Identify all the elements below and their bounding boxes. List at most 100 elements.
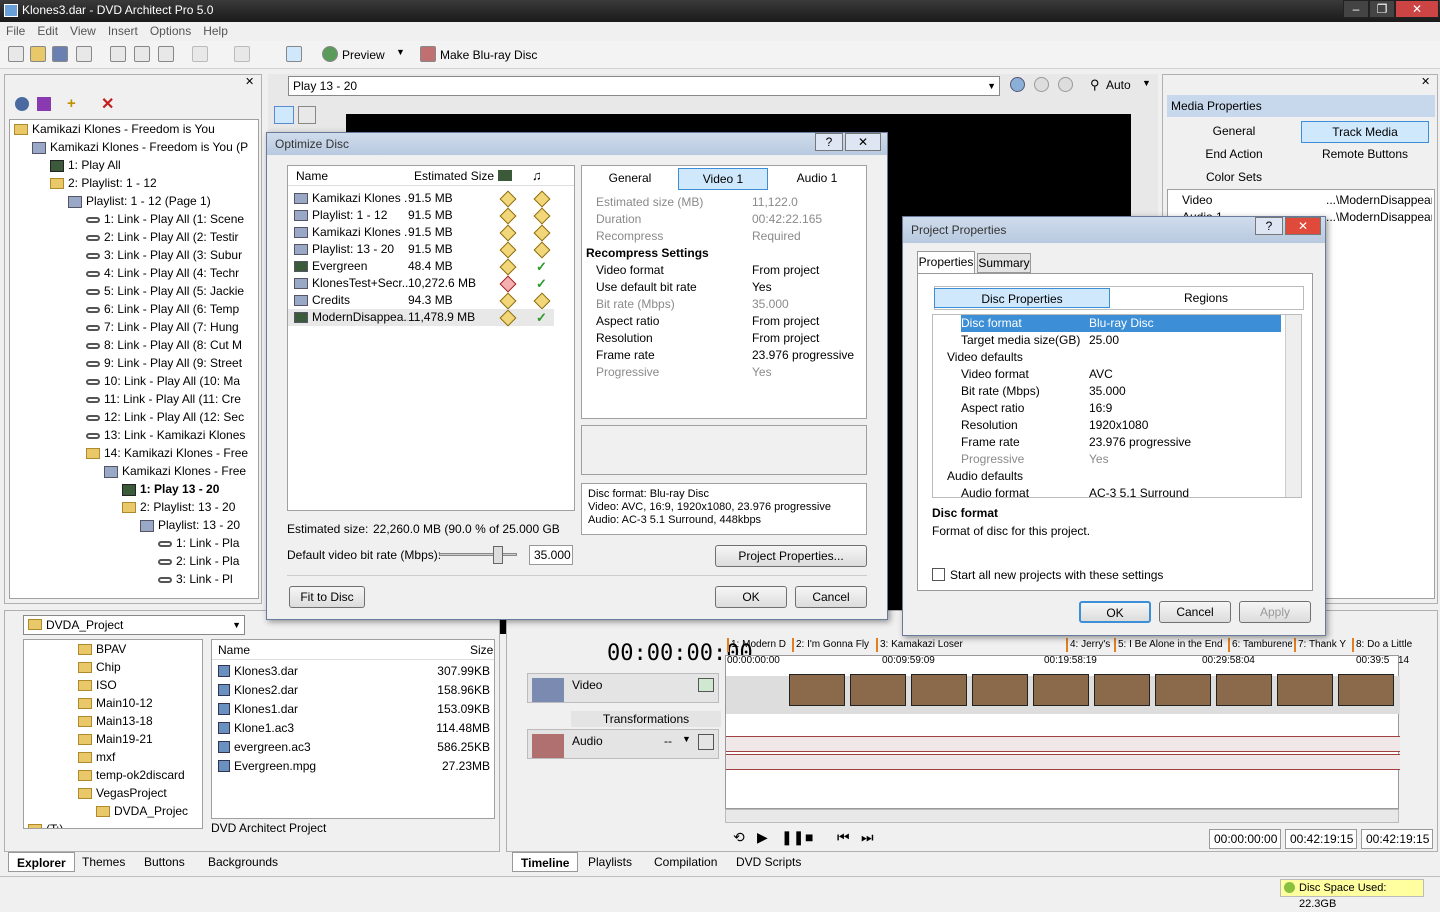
- folder-item[interactable]: mxf: [24, 748, 202, 766]
- tab-track-media[interactable]: Track Media: [1301, 121, 1429, 143]
- property-value[interactable]: 16:9: [1089, 400, 1281, 417]
- chevron-down-icon[interactable]: ▼: [682, 734, 691, 744]
- project-props-grid[interactable]: Disc format Blu-ray Disc Target media size…: [932, 314, 1302, 498]
- column-size[interactable]: Size: [470, 640, 493, 660]
- zoom-value[interactable]: Auto: [1106, 78, 1131, 92]
- folder-item[interactable]: (T:): [24, 820, 202, 828]
- tab-disc-properties[interactable]: Disc Properties: [934, 288, 1110, 308]
- grid-tool-icon[interactable]: [298, 106, 316, 124]
- folder-item[interactable]: Main13-18: [24, 712, 202, 730]
- tree-item[interactable]: 13: Link - Kamikazi Klones: [10, 426, 258, 444]
- tree-item[interactable]: 8: Link - Play All (8: Cut M: [10, 336, 258, 354]
- optimize-row[interactable]: Kamikazi Klones ... 91.5 MB: [288, 190, 554, 208]
- tree-item[interactable]: 11: Link - Play All (11: Cre: [10, 390, 258, 408]
- tree-item[interactable]: 2: Link - Play All (2: Testir: [10, 228, 258, 246]
- column-name[interactable]: Name: [218, 640, 250, 660]
- speaker-icon[interactable]: [698, 734, 714, 750]
- dialog-close-button[interactable]: ✕: [1285, 217, 1321, 235]
- folder-item[interactable]: BPAV: [24, 640, 202, 658]
- property-value[interactable]: AVC: [1089, 366, 1281, 383]
- property-value[interactable]: Yes: [752, 364, 864, 381]
- media-panel-close-icon[interactable]: ✕: [1421, 75, 1430, 88]
- timeline-scrollbar[interactable]: [725, 809, 1399, 823]
- stop-icon[interactable]: ■: [805, 829, 813, 845]
- tab-general[interactable]: General: [1169, 121, 1299, 141]
- file-row[interactable]: Klones3.dar 307.99KB: [212, 662, 494, 681]
- property-value[interactable]: Blu-ray Disc: [1089, 315, 1281, 332]
- menu-item-help[interactable]: Help: [197, 22, 234, 40]
- folder-item[interactable]: Chip: [24, 658, 202, 676]
- tree-item[interactable]: Kamikazi Klones - Free: [10, 462, 258, 480]
- delete-icon[interactable]: ✕: [101, 94, 114, 114]
- new-icon[interactable]: [8, 46, 24, 62]
- optimize-row[interactable]: Evergreen 48.4 MB ✓: [288, 258, 554, 276]
- optimize-item-list[interactable]: Name Estimated Size ♫ Kamikazi Klones ..…: [287, 165, 575, 511]
- tab-general[interactable]: General: [590, 168, 670, 188]
- cut-icon[interactable]: [110, 46, 126, 62]
- tree-item[interactable]: Kamikazi Klones - Freedom is You (P: [10, 138, 258, 156]
- select-tool-icon[interactable]: [274, 106, 294, 124]
- property-value[interactable]: 35.000: [1089, 383, 1281, 400]
- total-length[interactable]: 00:42:19:15: [1361, 829, 1433, 849]
- tree-item[interactable]: 2: Link - Pla: [10, 552, 258, 570]
- tab-buttons[interactable]: Buttons: [136, 852, 193, 872]
- chapter-marker[interactable]: 8: Do a Little M: [1352, 638, 1412, 652]
- pause-icon[interactable]: ❚❚: [781, 829, 804, 846]
- ok-button[interactable]: OK: [1079, 601, 1151, 623]
- cancel-button[interactable]: Cancel: [795, 586, 867, 608]
- audio-track-header[interactable]: Audio -- ▼: [527, 729, 719, 759]
- menu-item-insert[interactable]: Insert: [102, 22, 144, 40]
- minimize-button[interactable]: –: [1343, 0, 1369, 18]
- column-estimated-size[interactable]: Estimated Size: [414, 166, 494, 186]
- tree-item[interactable]: 12: Link - Play All (12: Sec: [10, 408, 258, 426]
- fit-to-disc-button[interactable]: Fit to Disc: [289, 586, 365, 608]
- tree-item[interactable]: Playlist: 13 - 20: [10, 516, 258, 534]
- bitrate-slider-thumb[interactable]: [493, 546, 504, 564]
- previous-icon[interactable]: ⏮: [837, 829, 850, 846]
- tab-timeline[interactable]: Timeline: [512, 852, 579, 872]
- optimize-row[interactable]: Credits 94.3 MB: [288, 292, 554, 310]
- property-value[interactable]: 23.976 progressive: [752, 347, 864, 364]
- save-icon[interactable]: [52, 46, 68, 62]
- tab-playlists[interactable]: Playlists: [580, 852, 640, 872]
- tab-compilation[interactable]: Compilation: [646, 852, 725, 872]
- preview-dropdown-icon[interactable]: ▼: [396, 47, 405, 57]
- property-value[interactable]: AC-3 5.1 Surround: [1089, 485, 1281, 497]
- tree-item[interactable]: 10: Link - Play All (10: Ma: [10, 372, 258, 390]
- chapter-marker[interactable]: 7: Thank Y: [1294, 638, 1350, 652]
- tree-item[interactable]: 3: Link - Play All (3: Subur: [10, 246, 258, 264]
- help-button[interactable]: ?: [815, 133, 843, 151]
- chapter-marker[interactable]: 1: Modern D: [727, 638, 791, 652]
- page-selector[interactable]: Play 13 - 20 ▼: [288, 76, 1000, 96]
- media-prop-value[interactable]: ...\ModernDisappeari: [1326, 209, 1432, 226]
- optimize-row[interactable]: Playlist: 1 - 12 91.5 MB: [288, 207, 554, 225]
- tab-audio-1[interactable]: Audio 1: [774, 168, 860, 188]
- tree-item[interactable]: 4: Link - Play All (4: Techr: [10, 264, 258, 282]
- property-value[interactable]: 00:42:22.165: [752, 211, 864, 228]
- chapter-marker[interactable]: 4: Jerry's: [1066, 638, 1112, 652]
- folder-item[interactable]: Main19-21: [24, 730, 202, 748]
- tree-item[interactable]: Playlist: 1 - 12 (Page 1): [10, 192, 258, 210]
- property-value[interactable]: [1089, 468, 1281, 485]
- tree-item[interactable]: 14: Kamikazi Klones - Free: [10, 444, 258, 462]
- tab-video-1[interactable]: Video 1: [678, 168, 768, 190]
- folder-item[interactable]: temp-ok2discard: [24, 766, 202, 784]
- properties-icon[interactable]: [76, 46, 92, 62]
- tab-themes[interactable]: Themes: [74, 852, 133, 872]
- transformations-label[interactable]: Transformations: [571, 711, 721, 727]
- project-tree[interactable]: Kamikazi Klones - Freedom is You Kamikazi…: [9, 119, 259, 599]
- property-value[interactable]: 35.000: [752, 296, 864, 313]
- folder-item[interactable]: DVDA_Projec: [24, 802, 202, 820]
- tab-summary[interactable]: Summary: [977, 253, 1031, 273]
- tree-item[interactable]: 1: Play All: [10, 156, 258, 174]
- tree-item[interactable]: 6: Link - Play All (6: Temp: [10, 300, 258, 318]
- tree-item[interactable]: 1: Play 13 - 20: [10, 480, 258, 498]
- file-row[interactable]: Klone1.ac3 114.48MB: [212, 719, 494, 738]
- tree-item[interactable]: 1: Link - Pla: [10, 534, 258, 552]
- zoom-dropdown-icon[interactable]: ▼: [1142, 78, 1151, 88]
- property-value[interactable]: [752, 245, 864, 262]
- property-value[interactable]: [1089, 349, 1281, 366]
- selection-length[interactable]: 00:42:19:15: [1285, 829, 1357, 849]
- optimize-row[interactable]: Kamikazi Klones ... 91.5 MB: [288, 224, 554, 242]
- make-bluray-button[interactable]: Make Blu-ray Disc: [440, 48, 537, 62]
